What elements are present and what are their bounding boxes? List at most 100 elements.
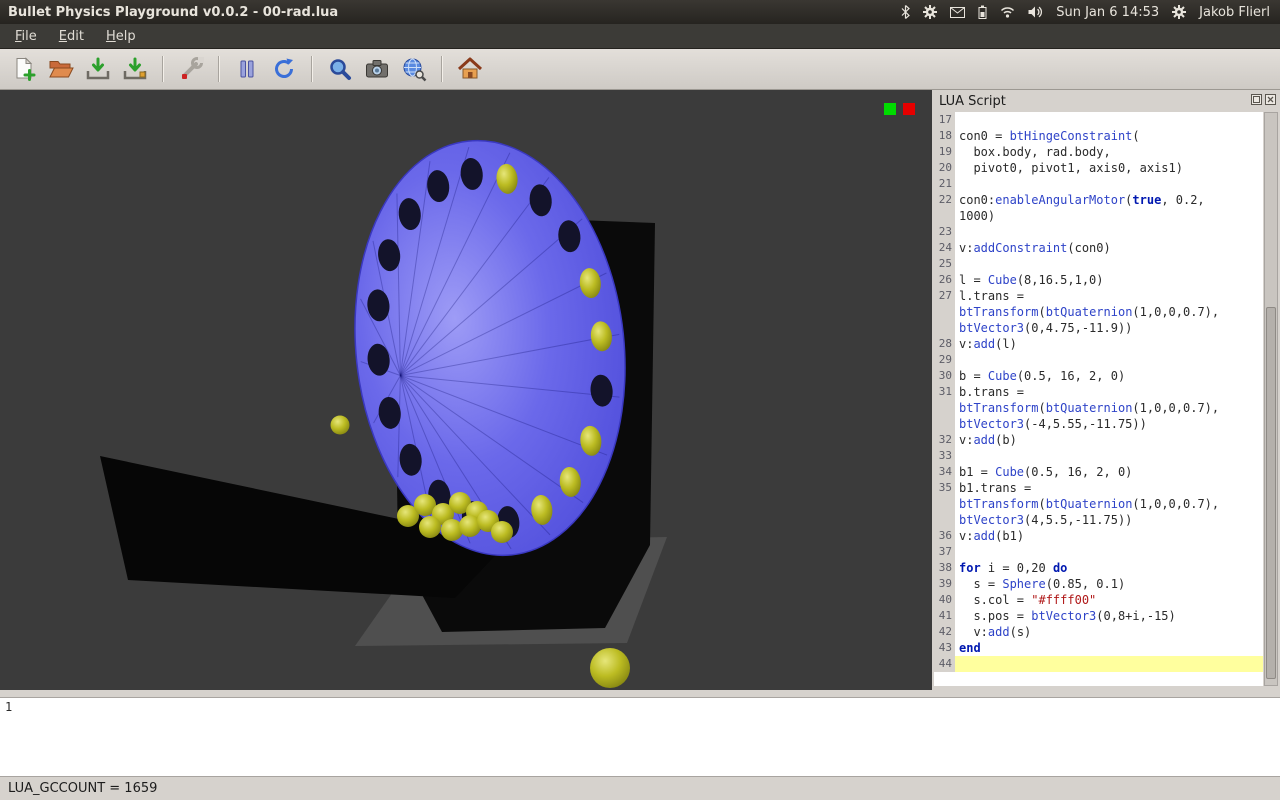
line-number: [934, 400, 955, 416]
code-line-text: btTransform(btQuaternion(1,0,0,0.7),: [955, 496, 1263, 512]
save-file-as-button[interactable]: [119, 53, 151, 85]
menu-edit[interactable]: Edit: [48, 26, 95, 47]
panel-float-button[interactable]: [1251, 94, 1262, 109]
code-line-text: l = Cube(8,16.5,1,0): [955, 272, 1263, 288]
line-number: 43: [934, 640, 955, 656]
code-row[interactable]: 25: [934, 256, 1263, 272]
line-number: 23: [934, 224, 955, 240]
code-row[interactable]: 34b1 = Cube(0.5, 16, 2, 0): [934, 464, 1263, 480]
code-row[interactable]: 35b1.trans =: [934, 480, 1263, 496]
3d-scene[interactable]: [0, 90, 932, 690]
line-number: 20: [934, 160, 955, 176]
line-number: 35: [934, 480, 955, 496]
code-row[interactable]: 40 s.col = "#ffff00": [934, 592, 1263, 608]
code-row[interactable]: btVector3(-4,5.55,-11.75)): [934, 416, 1263, 432]
clock[interactable]: Sun Jan 6 14:53: [1056, 5, 1159, 20]
battery-icon[interactable]: [978, 5, 987, 19]
code-row[interactable]: 24v:addConstraint(con0): [934, 240, 1263, 256]
code-row[interactable]: 21: [934, 176, 1263, 192]
restart-simulation-button[interactable]: [268, 53, 300, 85]
open-file-button[interactable]: [45, 53, 77, 85]
code-row[interactable]: 27l.trans =: [934, 288, 1263, 304]
code-line-text: b.trans =: [955, 384, 1263, 400]
status-text: LUA_GCCOUNT = 1659: [8, 781, 157, 796]
code-row[interactable]: 43end: [934, 640, 1263, 656]
menu-file[interactable]: File: [4, 26, 48, 47]
code-line-text: v:addConstraint(con0): [955, 240, 1263, 256]
updates-gear-icon[interactable]: [923, 5, 937, 19]
line-number: [934, 320, 955, 336]
code-row[interactable]: 39 s = Sphere(0.85, 0.1): [934, 576, 1263, 592]
line-number: 30: [934, 368, 955, 384]
code-row[interactable]: 38for i = 0,20 do: [934, 560, 1263, 576]
line-number: 26: [934, 272, 955, 288]
code-row[interactable]: 1000): [934, 208, 1263, 224]
code-line-text: [955, 224, 1263, 240]
code-row[interactable]: 42 v:add(s): [934, 624, 1263, 640]
code-row[interactable]: btTransform(btQuaternion(1,0,0,0.7),: [934, 400, 1263, 416]
panel-title: LUA Script: [939, 94, 1006, 109]
code-row[interactable]: btTransform(btQuaternion(1,0,0,0.7),: [934, 304, 1263, 320]
code-line-text: s.pos = btVector3(0,8+i,-15): [955, 608, 1263, 624]
status-red-indicator: [903, 103, 915, 115]
code-line-text: b1 = Cube(0.5, 16, 2, 0): [955, 464, 1263, 480]
mail-icon[interactable]: [950, 7, 965, 18]
code-editor[interactable]: 1718con0 = btHingeConstraint(19 box.body…: [934, 112, 1263, 686]
code-row[interactable]: 23: [934, 224, 1263, 240]
code-row[interactable]: 22con0:enableAngularMotor(true, 0.2,: [934, 192, 1263, 208]
code-line-text: box.body, rad.body,: [955, 144, 1263, 160]
code-row[interactable]: 33: [934, 448, 1263, 464]
code-row[interactable]: 30b = Cube(0.5, 16, 2, 0): [934, 368, 1263, 384]
toolbar-separator: [441, 56, 443, 82]
console-line-number: 1: [0, 698, 1280, 714]
code-row[interactable]: 17: [934, 112, 1263, 128]
line-number: 39: [934, 576, 955, 592]
code-row[interactable]: 26l = Cube(8,16.5,1,0): [934, 272, 1263, 288]
code-row[interactable]: 28v:add(l): [934, 336, 1263, 352]
screenshot-camera-button[interactable]: [361, 53, 393, 85]
panel-close-button[interactable]: [1265, 94, 1276, 109]
code-row[interactable]: 37: [934, 544, 1263, 560]
editor-scrollbar[interactable]: [1264, 112, 1278, 686]
menu-help[interactable]: Help: [95, 26, 147, 47]
toolbar-separator: [311, 56, 313, 82]
code-row[interactable]: 18con0 = btHingeConstraint(: [934, 128, 1263, 144]
tools-wrench-button[interactable]: [175, 53, 207, 85]
username[interactable]: Jakob Flierl: [1199, 5, 1270, 20]
network-wifi-icon[interactable]: [1000, 6, 1015, 18]
bluetooth-icon[interactable]: [901, 5, 910, 19]
code-row[interactable]: 31b.trans =: [934, 384, 1263, 400]
zoom-search-button[interactable]: [324, 53, 356, 85]
code-row[interactable]: 32v:add(b): [934, 432, 1263, 448]
web-globe-search-button[interactable]: [398, 53, 430, 85]
code-line-text: [955, 112, 1263, 128]
code-line-text: s = Sphere(0.85, 0.1): [955, 576, 1263, 592]
output-console[interactable]: 1: [0, 697, 1280, 777]
code-line-text: con0 = btHingeConstraint(: [955, 128, 1263, 144]
session-gear-icon[interactable]: [1172, 5, 1186, 19]
code-line-text: [955, 656, 1263, 672]
home-view-button[interactable]: [454, 53, 486, 85]
new-file-button[interactable]: [8, 53, 40, 85]
code-line-text: [955, 256, 1263, 272]
code-row[interactable]: 20 pivot0, pivot1, axis0, axis1): [934, 160, 1263, 176]
volume-icon[interactable]: [1028, 6, 1043, 18]
code-row[interactable]: 44: [934, 656, 1263, 672]
code-row[interactable]: btTransform(btQuaternion(1,0,0,0.7),: [934, 496, 1263, 512]
code-row[interactable]: 41 s.pos = btVector3(0,8+i,-15): [934, 608, 1263, 624]
code-row[interactable]: btVector3(4,5.5,-11.75)): [934, 512, 1263, 528]
3d-viewport[interactable]: [0, 90, 932, 690]
code-row[interactable]: 19 box.body, rad.body,: [934, 144, 1263, 160]
pause-simulation-button[interactable]: [231, 53, 263, 85]
system-tray: Sun Jan 6 14:53 Jakob Flierl: [901, 5, 1280, 20]
status-bar: LUA_GCCOUNT = 1659: [0, 777, 1280, 800]
line-number: 21: [934, 176, 955, 192]
code-row[interactable]: 36v:add(b1): [934, 528, 1263, 544]
code-row[interactable]: btVector3(0,4.75,-11.9)): [934, 320, 1263, 336]
scrollbar-thumb[interactable]: [1266, 307, 1276, 679]
code-line-text: pivot0, pivot1, axis0, axis1): [955, 160, 1263, 176]
code-line-text: btTransform(btQuaternion(1,0,0,0.7),: [955, 304, 1263, 320]
code-row[interactable]: 29: [934, 352, 1263, 368]
save-file-button[interactable]: [82, 53, 114, 85]
line-number: 44: [934, 656, 955, 672]
